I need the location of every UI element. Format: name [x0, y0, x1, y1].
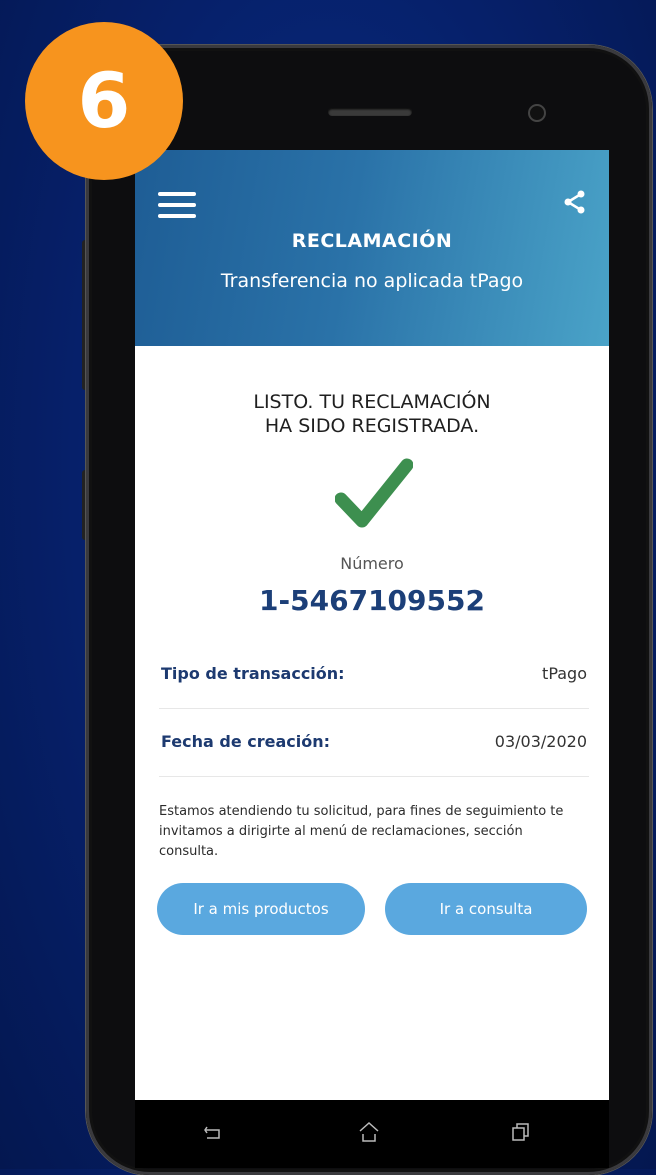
phone-speaker — [328, 108, 412, 116]
menu-icon[interactable] — [158, 192, 196, 218]
detail-label: Fecha de creación: — [161, 732, 331, 751]
android-nav-bar — [135, 1100, 609, 1168]
check-icon — [335, 458, 413, 528]
app-header: RECLAMACIÓN Transferencia no aplicada tP… — [135, 150, 609, 346]
detail-value: 03/03/2020 — [494, 732, 587, 751]
share-icon[interactable] — [563, 190, 587, 214]
app-screen: RECLAMACIÓN Transferencia no aplicada tP… — [135, 150, 609, 1100]
detail-row-transaction-type: Tipo de transacción: tPago — [159, 648, 589, 709]
info-note: Estamos atendiendo tu solicitud, para fi… — [159, 804, 564, 859]
back-icon[interactable] — [201, 1120, 225, 1144]
page-subtitle: Transferencia no aplicada tPago — [220, 270, 524, 292]
claim-number-label: Número — [340, 554, 404, 573]
go-to-consulta-button[interactable]: Ir a consulta — [385, 883, 587, 935]
page-title: RECLAMACIÓN — [291, 230, 453, 252]
front-camera — [528, 104, 546, 122]
go-to-products-button[interactable]: Ir a mis productos — [157, 883, 365, 935]
recent-apps-icon[interactable] — [509, 1120, 533, 1144]
detail-row-creation-date: Fecha de creación: 03/03/2020 — [159, 716, 589, 777]
detail-value: tPago — [542, 664, 587, 683]
claim-number-value: 1-5467109552 — [259, 584, 485, 617]
success-message: LISTO. TU RECLAMACIÓN HA SIDO REGISTRADA… — [253, 391, 491, 437]
step-number-badge: 6 — [25, 22, 183, 180]
home-icon[interactable] — [357, 1120, 381, 1144]
detail-label: Tipo de transacción: — [161, 664, 345, 683]
